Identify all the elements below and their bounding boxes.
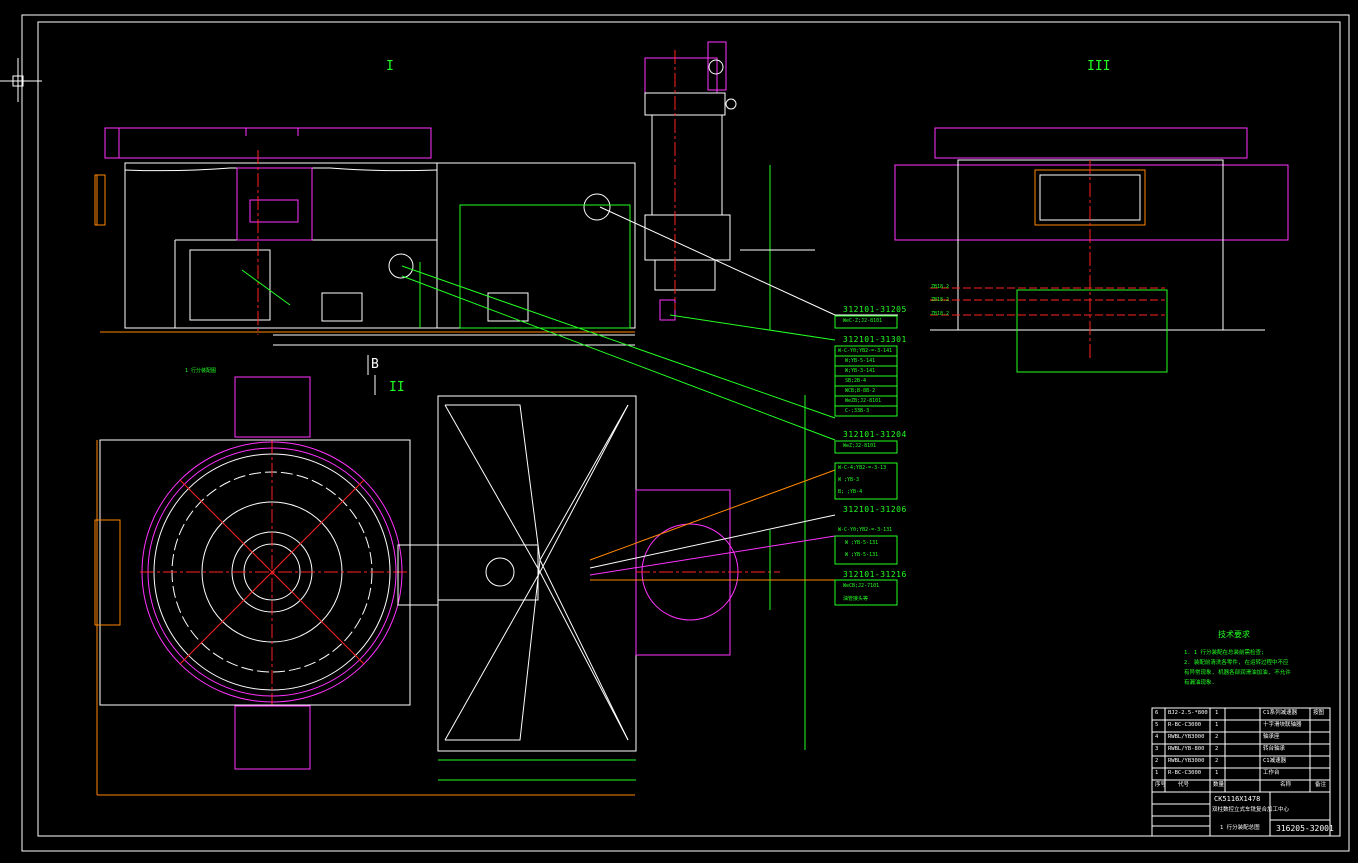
bom-header-qty: 数量 [1213, 782, 1225, 788]
callout-spec: W ;YB-5-131 [845, 540, 879, 546]
front-view [94, 127, 636, 346]
callout-part-no: 312101-31206 [843, 505, 907, 514]
bom-name: 工作台 [1263, 770, 1280, 776]
bom-code: RWBL/YB3000 [1168, 734, 1205, 740]
callout-spec: WeZ;J2-8101 [843, 443, 877, 449]
drawing-model: CK5116X1478 [1214, 795, 1261, 803]
bom-code: BJ2-2.5-*800 [1168, 710, 1208, 716]
side-dim-1: ZB18.2 [931, 284, 950, 290]
bom-name: C1系列减速器 [1263, 710, 1298, 716]
callout-spec: W ;YB-5-131 [845, 552, 879, 558]
callout-part-no: 312101-31216 [843, 570, 907, 579]
callout-spec: W;YB-3-141 [845, 368, 876, 374]
callout-spec: WeCB;J2-7101 [843, 583, 880, 589]
callout-spec: 油管接头等 [843, 596, 869, 602]
drawing-subtitle: 双柱数控立式车铣复合加工中心 [1212, 807, 1290, 813]
bom-qty: 1 [1215, 770, 1219, 776]
bom-no: 5 [1155, 722, 1159, 728]
callout-part-no: 312101-31301 [843, 335, 907, 344]
side-dim-3: ZB18.2 [931, 311, 950, 317]
bom-qty: 2 [1215, 734, 1219, 740]
view-ii-label: II [389, 380, 405, 395]
bom-name: C1减速器 [1263, 758, 1287, 764]
bom-note: 按图 [1313, 710, 1325, 716]
callout-spec: W-C-Y0;YB2-=-3-141 [838, 348, 893, 354]
plan-view [94, 355, 806, 796]
section-b-label: B [371, 357, 379, 372]
motor-label: 1 行分装配图 [185, 368, 217, 374]
inner-border [37, 21, 1341, 837]
callout-spec: SB;2B-4 [845, 378, 867, 384]
bom-header-no: 序号 [1155, 782, 1167, 788]
bom-no: 3 [1155, 746, 1159, 752]
callout-part-no: 312101-31204 [843, 430, 907, 439]
tech-req-title: 技术要求 [1218, 630, 1250, 639]
bom-no: 6 [1155, 710, 1159, 716]
tech-req-line: 1. 1 行分装配在总装前需检查; [1184, 650, 1265, 656]
bom-code: RWBL/YB-800 [1168, 746, 1205, 752]
leader-lines [401, 206, 898, 581]
callout-spec: WeC-Z;J2-8101 [843, 318, 883, 324]
callout-spec: B; ;YB-4 [838, 489, 863, 495]
callout-spec: W-C-Y0;YB2-=-3-131 [838, 527, 893, 533]
bom-qty: 2 [1215, 758, 1219, 764]
callout-spec: W-C-4;YB2-=-3-13 [838, 465, 887, 471]
bom-header-name: 名称 [1280, 782, 1292, 788]
side-view [894, 127, 1289, 373]
callout-spec: C-;33B-3 [845, 408, 870, 414]
bom-code: RWBL/YB3000 [1168, 758, 1205, 764]
bom-no: 2 [1155, 758, 1159, 764]
tech-req-line: 有漏油现象. [1184, 680, 1215, 686]
bom-code: R-BC-C3000 [1168, 770, 1202, 776]
view-iii-label: III [1087, 59, 1111, 74]
bom-header-code: 代号 [1178, 782, 1190, 788]
crosshair-cursor [0, 58, 42, 102]
callout-part-no: 312101-31205 [843, 305, 907, 314]
callout-spec: W ;YB-3 [838, 477, 860, 483]
tech-req-line: 2. 装配前清洗各零件, 在运转过程中不应 [1184, 660, 1289, 666]
bom-name: 十字滑块联轴器 [1263, 722, 1302, 728]
callout-spec: WCB;B-8B-2 [845, 388, 876, 394]
cad-drawing-window: { "view_labels": { "view1": "I", "view2"… [0, 0, 1358, 863]
drawing-name: 1 行分装配总图 [1220, 825, 1260, 831]
tech-req-line: 有异常现象, 机器各部润滑油加油, 不允许 [1184, 670, 1291, 676]
drawing-number: 316205-32001 [1276, 824, 1334, 833]
bom-no: 1 [1155, 770, 1159, 776]
bom-name: 转台轴承 [1263, 746, 1286, 752]
side-dim-2: ZB18.2 [931, 297, 950, 303]
callout-spec: WeZB;J2-8101 [845, 398, 882, 404]
view-i-label: I [386, 59, 394, 74]
bom-qty: 2 [1215, 746, 1219, 752]
callout-spec: W;YB-5-141 [845, 358, 876, 364]
bom-name: 轴承座 [1263, 734, 1280, 740]
drive-column [644, 41, 815, 330]
bom-qty: 1 [1215, 722, 1219, 728]
bom-qty: 1 [1215, 710, 1219, 716]
bom-header-note: 备注 [1315, 782, 1327, 788]
bom-no: 4 [1155, 734, 1159, 740]
outer-border [21, 14, 1350, 852]
bom-code: R-BC-C3000 [1168, 722, 1202, 728]
